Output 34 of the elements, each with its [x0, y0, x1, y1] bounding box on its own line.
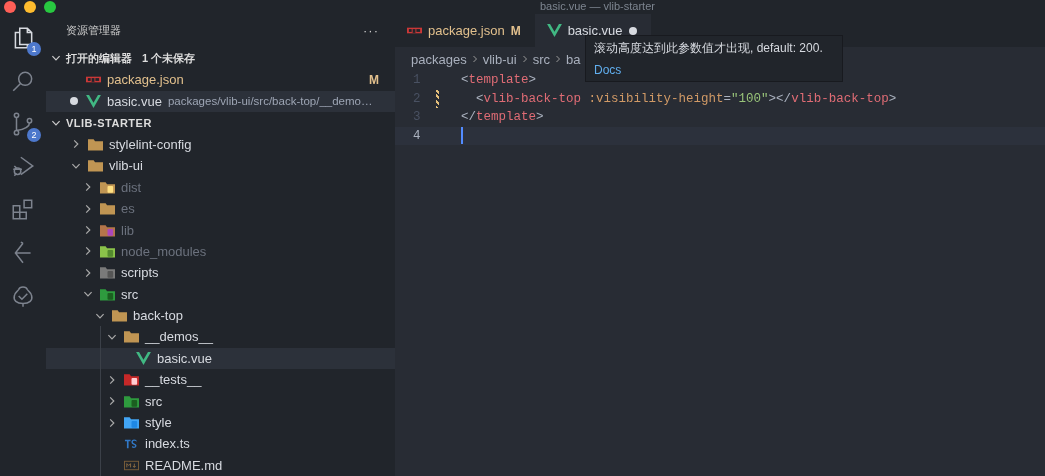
section-title: 打开的编辑器: [66, 50, 132, 66]
folder-name: node_modules: [121, 243, 207, 259]
folder-name: __tests__: [145, 372, 202, 388]
folder-name: style: [145, 415, 172, 430]
folder-name: src: [145, 393, 163, 409]
tab-label: package.json: [428, 23, 505, 38]
folder-name: back-top: [133, 308, 183, 324]
section-title: VLIB-STARTER: [66, 116, 152, 129]
folder-name: lib: [121, 222, 134, 238]
folder-name: stylelint-config: [109, 136, 192, 152]
code-line: </template>: [461, 110, 544, 125]
file-name: index.ts: [145, 436, 190, 452]
file-path: packages/vlib-ui/src/back-top/__demo…: [167, 95, 373, 108]
git-status: M: [510, 23, 521, 38]
line-number: 4: [413, 128, 422, 143]
file-name: README.md: [145, 457, 223, 473]
sidebar-title: 资源管理器: [66, 23, 121, 39]
window-title: basic.vue — vlib-starter: [540, 0, 655, 12]
folder-name: __demos__: [145, 329, 213, 345]
file-name: package.json: [107, 72, 184, 88]
unsaved-count: 1 个未保存: [142, 50, 196, 66]
folder-name: vlib-ui: [109, 158, 143, 174]
count-badge: 1: [27, 42, 41, 56]
count-badge: 2: [27, 128, 41, 142]
git-status: M: [369, 72, 379, 87]
folder-name: dist: [121, 179, 142, 195]
tab-label: basic.vue: [567, 23, 623, 38]
code-line: <template>: [461, 73, 537, 88]
folder-name: scripts: [121, 265, 159, 281]
file-name: basic.vue: [157, 350, 212, 366]
folder-name: es: [121, 201, 135, 217]
folder-name: src: [121, 286, 139, 302]
file-name: basic.vue: [107, 93, 162, 109]
code-line: <vlib-back-top :visibility-height="100"></vlib-back-top>: [475, 91, 897, 106]
